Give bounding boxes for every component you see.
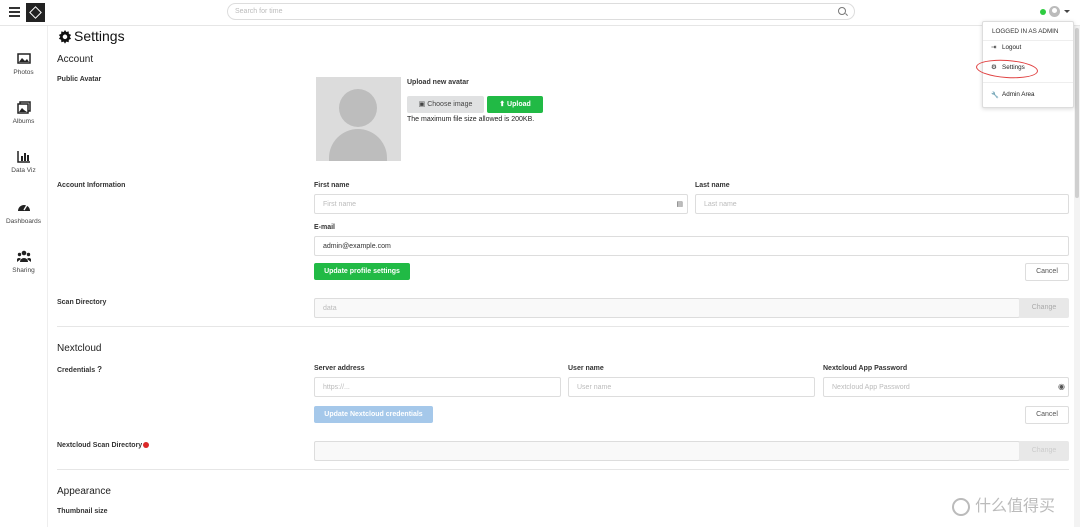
upload-avatar-heading: Upload new avatar (407, 79, 469, 86)
nextcloud-scan-directory-text: Nextcloud Scan Directory (57, 442, 143, 449)
public-avatar-label: Public Avatar (57, 76, 102, 83)
choose-image-label: Choose image (427, 101, 473, 108)
divider (983, 40, 1073, 41)
sidebar-item-label: Sharing (12, 267, 35, 274)
sidebar-item-label: Photos (13, 69, 34, 76)
change-scan-directory-button[interactable]: Change (1019, 298, 1069, 318)
users-icon (16, 250, 31, 262)
email-field[interactable]: admin@example.com (314, 236, 1069, 256)
wrench-icon: 🔧 (991, 92, 999, 100)
avatar-preview (316, 77, 401, 161)
sign-out-icon: ⇥ (991, 44, 997, 52)
chevron-down-icon[interactable] (1064, 10, 1070, 13)
help-icon[interactable]: ? (97, 365, 102, 374)
appearance-heading: Appearance (57, 486, 111, 497)
first-name-input[interactable]: First name ▤ (314, 194, 688, 214)
scan-directory-label: Scan Directory (57, 299, 107, 306)
upload-button[interactable]: ⬆ Upload (487, 96, 543, 113)
sidebar: Photos Albums Data Viz Dashboards Sharin… (0, 26, 48, 527)
thumbnail-size-label: Thumbnail size (57, 508, 108, 515)
scan-directory-placeholder: data (323, 305, 337, 312)
scan-directory-input[interactable]: data (314, 298, 1020, 318)
bar-chart-icon (16, 151, 30, 163)
nextcloud-heading: Nextcloud (57, 343, 102, 354)
divider (983, 82, 1073, 83)
top-bar: Search for time (0, 0, 1080, 26)
cancel-button[interactable]: Cancel (1025, 406, 1069, 424)
email-value: admin@example.com (323, 243, 391, 250)
albums-icon (16, 101, 31, 114)
nextcloud-scan-directory-input[interactable] (314, 441, 1020, 461)
update-profile-button[interactable]: Update profile settings (314, 263, 410, 280)
last-name-input[interactable]: Last name (695, 194, 1069, 214)
server-address-placeholder: https://... (323, 384, 350, 391)
last-name-label: Last name (695, 182, 730, 189)
credentials-label-text: Credentials (57, 367, 96, 374)
menu-item-label: Logout (1002, 44, 1022, 51)
dashboard-icon (17, 204, 30, 211)
app-password-placeholder: Nextcloud App Password (832, 384, 910, 391)
user-name-placeholder: User name (577, 384, 612, 391)
watermark-text: 什么值得买 (975, 498, 1056, 515)
upload-label: Upload (507, 101, 531, 108)
nextcloud-scan-directory-label: Nextcloud Scan Directory (57, 442, 150, 449)
change-nextcloud-directory-button[interactable]: Change (1019, 441, 1069, 461)
sidebar-item-label: Data Viz (11, 167, 36, 174)
first-name-label: First name (314, 182, 350, 189)
account-information-label: Account Information (57, 182, 126, 189)
watermark: 什么值得买 (952, 492, 1055, 516)
page-title: Settings (74, 28, 125, 44)
upload-icon: ⬆ (499, 101, 506, 108)
divider (57, 469, 1069, 470)
account-heading: Account (57, 54, 94, 65)
app-password-label: Nextcloud App Password (823, 365, 908, 372)
menu-item-label: Admin Area (1002, 91, 1035, 98)
gear-icon (58, 30, 72, 44)
server-address-label: Server address (314, 365, 365, 372)
sidebar-item-sharing[interactable]: Sharing (0, 250, 47, 274)
user-avatar[interactable] (1049, 6, 1060, 17)
sidebar-item-dashboards[interactable]: Dashboards (0, 201, 47, 225)
sidebar-item-label: Albums (12, 118, 35, 125)
last-name-placeholder: Last name (704, 201, 737, 208)
scrollbar[interactable] (1074, 26, 1080, 527)
menu-item-admin-area[interactable]: 🔧 Admin Area (991, 91, 1035, 100)
credentials-label: Credentials ? (57, 365, 102, 374)
sidebar-item-label: Dashboards (5, 218, 42, 225)
image-icon (16, 53, 31, 64)
sidebar-item-data-viz[interactable]: Data Viz (0, 150, 47, 174)
search-placeholder: Search for time (235, 8, 283, 15)
update-nextcloud-credentials-button[interactable]: Update Nextcloud credentials (314, 406, 433, 423)
email-label: E-mail (314, 224, 336, 231)
id-card-icon: ▤ (676, 201, 683, 208)
online-status-dot (1040, 9, 1046, 15)
divider (57, 326, 1069, 327)
server-address-input[interactable]: https://... (314, 377, 561, 397)
search-icon[interactable] (838, 7, 846, 15)
first-name-placeholder: First name (323, 201, 357, 208)
menu-item-logout[interactable]: ⇥ Logout (991, 44, 1021, 51)
hamburger-menu-icon[interactable] (9, 7, 20, 17)
app-password-input[interactable]: Nextcloud App Password ◉ (823, 377, 1069, 397)
user-name-input[interactable]: User name (568, 377, 815, 397)
required-dot-icon (143, 442, 150, 449)
image-icon: ▣ (418, 101, 426, 108)
max-size-note: The maximum file size allowed is 200KB. (407, 116, 535, 123)
user-name-label: User name (568, 365, 604, 372)
logged-in-header: LOGGED IN AS ADMIN (992, 28, 1059, 35)
choose-image-button[interactable]: ▣ Choose image (407, 96, 484, 113)
cancel-button[interactable]: Cancel (1025, 263, 1069, 281)
search-input[interactable]: Search for time (227, 3, 855, 20)
sidebar-item-albums[interactable]: Albums (0, 101, 47, 125)
app-logo[interactable] (26, 3, 45, 22)
eye-icon[interactable]: ◉ (1058, 382, 1065, 391)
sidebar-item-photos[interactable]: Photos (0, 52, 47, 76)
